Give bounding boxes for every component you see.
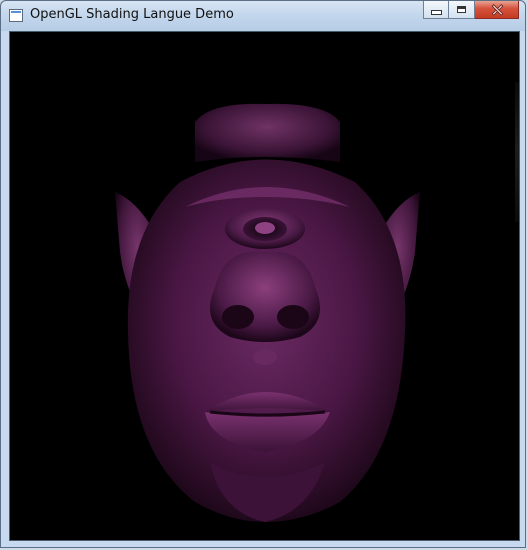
close-button[interactable] — [475, 1, 519, 19]
right-nostril — [277, 305, 309, 329]
window-title: OpenGL Shading Langue Demo — [30, 7, 234, 22]
philtrum-shape — [253, 349, 277, 365]
viewport-edge-artifact — [515, 82, 519, 222]
title-bar[interactable]: OpenGL Shading Langue Demo — [1, 1, 525, 31]
nose-shape — [210, 251, 320, 342]
maximize-button[interactable] — [449, 1, 475, 19]
maximize-icon — [457, 6, 466, 13]
app-window: OpenGL Shading Langue Demo — [0, 0, 526, 548]
rendered-face-model — [10, 32, 519, 540]
close-icon — [491, 4, 503, 16]
minimize-button[interactable] — [423, 1, 449, 19]
upper-head-shape — [195, 103, 340, 162]
opengl-render-canvas[interactable] — [9, 31, 520, 541]
window-controls — [423, 1, 519, 21]
central-eye-pupil — [255, 222, 275, 234]
app-window-icon[interactable] — [9, 9, 23, 22]
left-nostril — [222, 305, 254, 329]
minimize-icon — [430, 10, 442, 15]
